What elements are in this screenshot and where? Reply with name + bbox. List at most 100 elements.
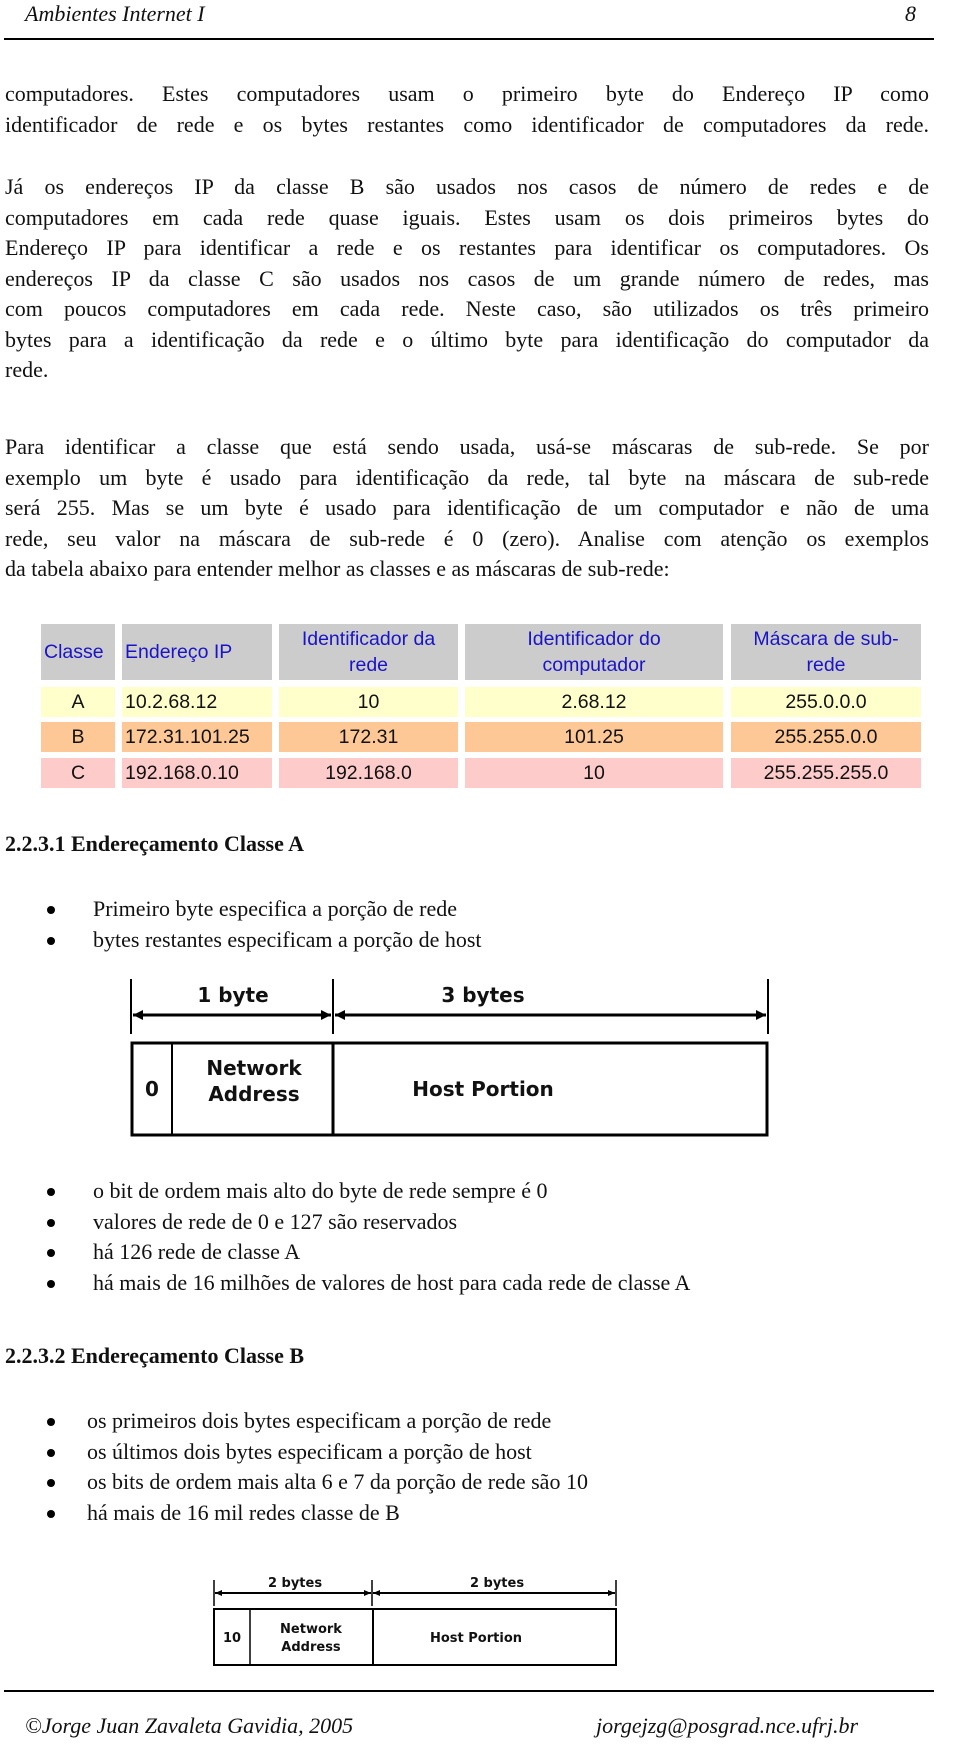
paragraph-line: endereços IP da classe C são usados nos … [5, 265, 929, 291]
table-cell-ip: 10.2.68.12 [122, 687, 272, 717]
table-cell-subnet-mask: 255.0.0.0 [731, 687, 921, 717]
bullet-icon [47, 1418, 55, 1426]
paragraph-line: Já os endereços IP da classe B são usado… [5, 174, 929, 199]
header-text: Máscara de sub- [753, 628, 899, 650]
list-item: o bit de ordem mais alto do byte de rede… [47, 1176, 690, 1207]
table-cell-class: C [41, 758, 115, 788]
header-text: rede [348, 654, 389, 676]
bullet-icon [47, 936, 55, 945]
list-item-text: há 126 rede de classe A [93, 1239, 301, 1264]
table-header-cell: Classe [41, 624, 115, 680]
bullet-icon [47, 1188, 55, 1196]
list-item-text: os últimos dois bytes especificam a porç… [87, 1438, 532, 1464]
footer-copyright: ©Jorge Juan Zavaleta Gavidia, 2005 [25, 1713, 354, 1738]
header-text: Identificador do [527, 628, 661, 650]
table-cell-ip: 192.168.0.10 [122, 758, 272, 788]
arrow-head-right-icon [364, 1590, 371, 1596]
arrow-head-right-icon [321, 1010, 331, 1020]
running-header-title: Ambientes Internet I [25, 1, 205, 26]
list-item-text: há mais de 16 milhões de valores de host… [93, 1269, 691, 1295]
header-text: rede [806, 654, 846, 676]
list-item-text: há mais de 16 mil redes classe de B [87, 1499, 400, 1525]
table-cell-class: A [41, 687, 115, 717]
header-text: Endereço IP [125, 641, 233, 663]
network-address-label: Network [206, 1056, 302, 1080]
paragraph-line: computadores em cada rede quase iguais. … [5, 204, 929, 230]
paragraph-line: rede. [5, 357, 49, 382]
paragraph-line: identificador de rede e os bytes restant… [5, 111, 929, 137]
bullet-icon [47, 1479, 55, 1487]
section-heading-class-a: 2.2.3.1 Endereçamento Classe A [5, 831, 305, 856]
table-header-cell: Identificador da rede [279, 624, 458, 680]
arrow-head-right-icon [756, 1010, 766, 1020]
bullet-icon [47, 1218, 55, 1227]
table-header-cell: Identificador do computador [465, 624, 723, 680]
footer-email: jorgejzg@posgrad.nce.ufrj.br [596, 1713, 859, 1738]
header-rule [4, 38, 934, 40]
list-item-text: valores de rede de 0 e 127 são reservado… [93, 1208, 458, 1234]
list-item-text: os primeiros dois bytes especificam a po… [87, 1408, 552, 1433]
bullet-icon [47, 1279, 55, 1288]
page-number: 8 [905, 1, 916, 26]
paragraph-2: Já os endereços IP da classe B são usado… [0, 172, 929, 386]
arrow-head-left-icon [215, 1590, 222, 1596]
table-cell-class: B [41, 722, 115, 752]
list-item-text: os bits de ordem mais alta 6 e 7 da porç… [87, 1469, 588, 1494]
table-cell-network-id: 192.168.0 [279, 758, 458, 788]
table-cell-network-id: 172.31 [279, 722, 458, 752]
table-cell-host-id: 2.68.12 [465, 687, 723, 717]
list-item-text: Primeiro byte especifica a porção de red… [93, 896, 458, 921]
address-box [213, 1608, 617, 1666]
header-text: Identificador da [301, 628, 436, 650]
network-address-label: Address [208, 1082, 299, 1106]
class-a-bullets-bottom: o bit de ordem mais alto do byte de rede… [47, 1176, 691, 1299]
span-label-host: 3 bytes [441, 983, 524, 1007]
span-label-host: 2 bytes [470, 1576, 524, 1591]
list-item: os primeiros dois bytes especificam a po… [47, 1406, 588, 1437]
class-a-address-diagram: 1 byte 3 bytes 0 Network Address Host Po… [130, 979, 769, 1137]
list-item-text: o bit de ordem mais alto do byte de rede… [93, 1178, 548, 1203]
list-item: os bits de ordem mais alta 6 e 7 da porç… [47, 1467, 588, 1498]
class-b-address-diagram: 2 bytes 2 bytes 10 Network Address Host … [213, 1576, 617, 1666]
paragraph-line: Para identificar a classe que está sendo… [5, 434, 929, 459]
network-address-label: Network [280, 1622, 342, 1637]
table-cell-host-id: 10 [465, 758, 723, 788]
table-cell-subnet-mask: 255.255.255.0 [731, 758, 921, 788]
leading-bit-label: 0 [145, 1077, 159, 1101]
paragraph-line: computadores. Estes computadores usam o … [5, 81, 929, 106]
table-header-cell: Máscara de sub- rede [731, 624, 921, 680]
list-item: os últimos dois bytes especificam a porç… [47, 1437, 588, 1468]
list-item: valores de rede de 0 e 127 são reservado… [47, 1207, 690, 1238]
header-text: computador [542, 654, 646, 676]
list-item: Primeiro byte especifica a porção de red… [47, 894, 482, 925]
header-text: Classe [44, 641, 104, 663]
arrow-head-left-icon [133, 1010, 143, 1020]
list-item-text: bytes restantes especificam a porção de … [93, 926, 482, 952]
class-b-bullets: os primeiros dois bytes especificam a po… [47, 1406, 588, 1528]
table-cell-host-id: 101.25 [465, 722, 723, 752]
bullet-icon [47, 906, 55, 914]
host-portion-label: Host Portion [430, 1631, 522, 1646]
table-cell-network-id: 10 [279, 687, 458, 717]
host-portion-label: Host Portion [412, 1077, 554, 1101]
leading-bits-label: 10 [223, 1631, 241, 1646]
table-header-cell: Endereço IP [122, 624, 272, 680]
span-label-network: 1 byte [197, 983, 268, 1007]
paragraph-line: Endereço IP para identificar a rede e os… [5, 235, 929, 260]
bullet-icon [47, 1448, 55, 1457]
bullet-icon [47, 1249, 55, 1257]
footer-rule [4, 1690, 934, 1692]
paragraph-line: exemplo um byte é usado para identificaç… [5, 464, 929, 490]
list-item: há mais de 16 milhões de valores de host… [47, 1268, 691, 1299]
paragraph-line: bytes para a identificação da rede e o ú… [5, 326, 929, 352]
arrow-head-left-icon [373, 1590, 380, 1596]
table-cell-ip: 172.31.101.25 [122, 722, 272, 752]
paragraph-line: rede, seu valor na máscara de sub-rede é… [5, 525, 929, 551]
paragraph-1: computadores. Estes computadores usam o … [0, 79, 929, 140]
class-a-bullets-top: Primeiro byte especifica a porção de red… [47, 894, 482, 955]
table-cell-subnet-mask: 255.255.0.0 [731, 722, 921, 752]
network-address-label: Address [281, 1640, 341, 1655]
paragraph-line: da tabela abaixo para entender melhor as… [5, 556, 670, 581]
bullet-icon [47, 1509, 55, 1518]
paragraph-line: com poucos computadores em cada rede. Ne… [5, 296, 929, 321]
